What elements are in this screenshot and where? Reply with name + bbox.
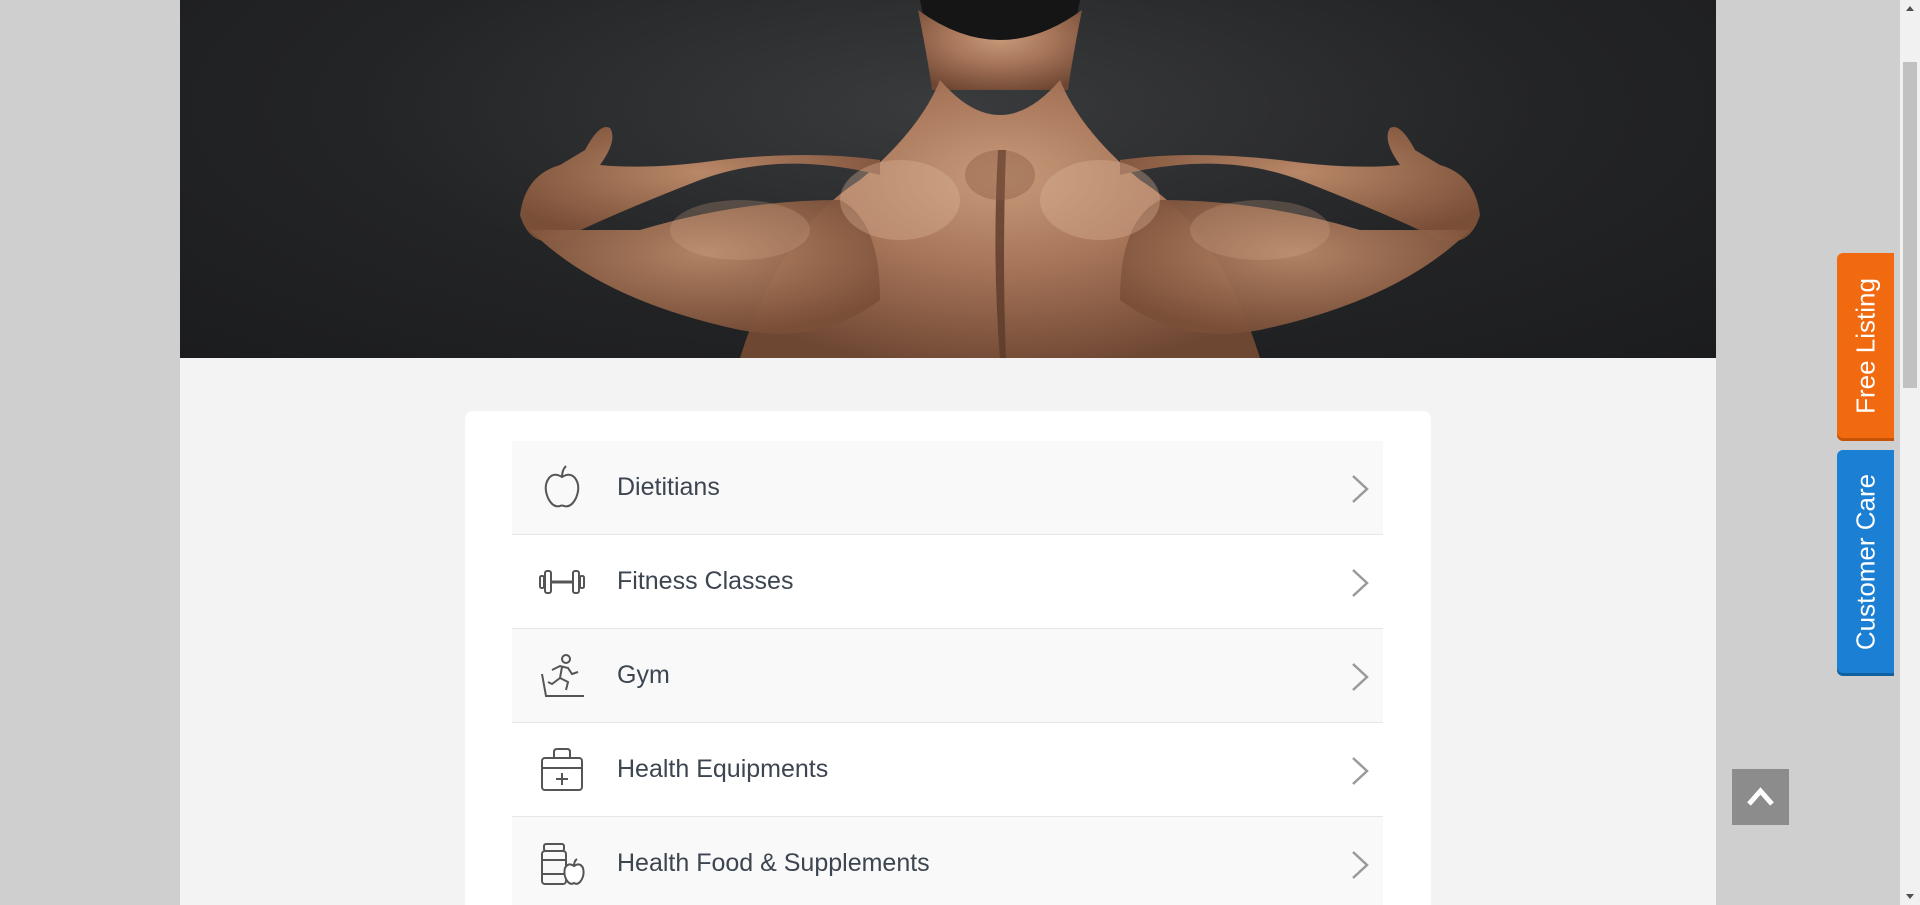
chevron-up-icon [1747,787,1774,806]
category-label: Health Food & Supplements [617,849,930,877]
chevron-right-icon [1352,757,1369,785]
free-listing-tab[interactable]: Free Listing [1837,253,1894,438]
chevron-right-icon [1352,663,1369,691]
customer-care-tab[interactable]: Customer Care [1837,450,1894,673]
scroll-to-top-button[interactable] [1732,769,1789,825]
scroll-up-arrow-icon[interactable] [1900,0,1920,17]
supplement-jar-icon [541,843,585,885]
chevron-right-icon [1352,851,1369,879]
category-list: Dietitians Fitness Classes Gym Health Eq… [512,441,1383,905]
treadmill-runner-icon [541,654,584,697]
category-item-gym[interactable]: Gym [512,629,1383,723]
medical-kit-icon [541,748,583,791]
category-label: Gym [617,661,670,689]
scroll-down-arrow-icon[interactable] [1900,888,1920,905]
dumbbell-icon [539,570,585,594]
hero-banner-image [180,0,1716,358]
category-label: Fitness Classes [617,567,794,595]
page-content: Dietitians Fitness Classes Gym Health Eq… [180,0,1716,905]
page-scrollbar[interactable] [1900,0,1920,905]
category-item-fitness-classes[interactable]: Fitness Classes [512,535,1383,629]
apple-icon [544,465,580,508]
category-card: Dietitians Fitness Classes Gym Health Eq… [465,411,1431,905]
category-item-health-food-supplements[interactable]: Health Food & Supplements [512,817,1383,905]
scrollbar-thumb[interactable] [1903,62,1917,388]
category-item-health-equipments[interactable]: Health Equipments [512,723,1383,817]
category-label: Dietitians [617,473,720,501]
chevron-right-icon [1352,569,1369,597]
category-item-dietitians[interactable]: Dietitians [512,441,1383,535]
free-listing-label: Free Listing [1850,277,1880,414]
customer-care-label: Customer Care [1850,473,1880,650]
chevron-right-icon [1352,475,1369,503]
category-label: Health Equipments [617,755,829,783]
